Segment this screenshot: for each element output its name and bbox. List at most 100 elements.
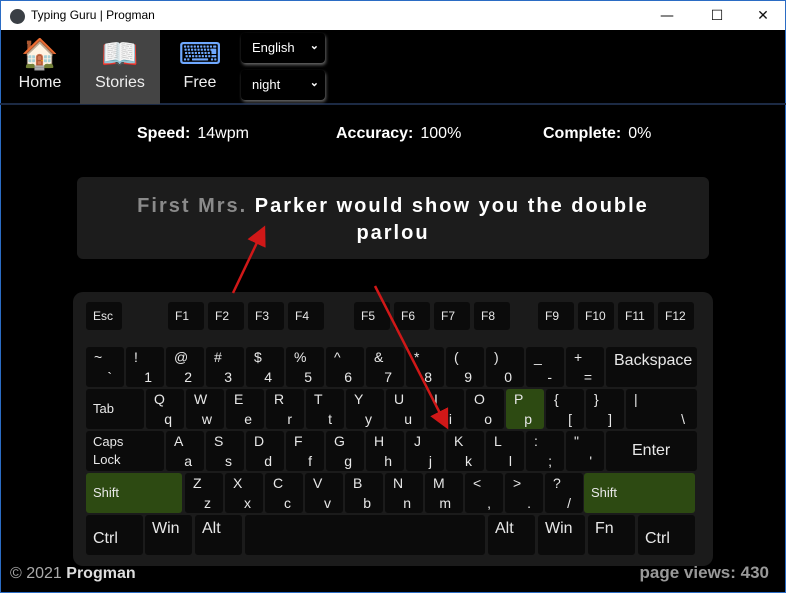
key-lower: w [201,411,212,427]
key-x[interactable]: Xx [225,473,263,513]
tab-home[interactable]: 🏠 Home [0,30,80,104]
key-a[interactable]: Aa [166,431,204,471]
key-k[interactable]: Kk [446,431,484,471]
key-f11[interactable]: F11 [618,302,654,330]
key-sym9[interactable]: >. [505,473,543,513]
key-f2[interactable]: F2 [208,302,244,330]
key-enter[interactable]: Enter [606,431,697,471]
theme-select[interactable]: night ⌄ [241,70,325,100]
page-views: page views: 430 [639,563,769,582]
key-upper: M [433,475,445,491]
key-h[interactable]: Hh [366,431,404,471]
key-win[interactable]: Win [145,515,192,555]
key-sym9[interactable]: (9 [446,347,484,387]
key-sym0[interactable]: ~ ` [86,347,124,387]
key-capslock[interactable]: Caps Lock [86,431,164,471]
key-upper: I [434,391,438,407]
key-upper: U [394,391,405,407]
key-shift[interactable]: Shift [584,473,695,513]
maximize-button[interactable]: ☐ [697,3,737,29]
key-sym7[interactable]: & 7 [366,347,404,387]
key-upper: R [274,391,285,407]
key-sym12[interactable]: + = [566,347,604,387]
key-upper: < [473,475,482,491]
key-win[interactable]: Win [538,515,585,555]
key-sym10[interactable]: :; [526,431,564,471]
key-i[interactable]: Ii [426,389,464,429]
key-f12[interactable]: F12 [658,302,694,330]
key-upper: { [554,391,559,407]
language-select[interactable]: English ⌄ [241,33,325,63]
key-o[interactable]: Oo [466,389,504,429]
key-sym8[interactable]: * 8 [406,347,444,387]
key-sym5[interactable]: % 5 [286,347,324,387]
key-shift[interactable]: Shift [86,473,182,513]
minimize-button[interactable]: — [647,3,687,29]
key-backspace[interactable]: Backspace [606,347,697,387]
key-s[interactable]: Ss [206,431,244,471]
key-f[interactable]: Ff [286,431,324,471]
key-f1[interactable]: F1 [168,302,204,330]
key-ctrl[interactable]: Ctrl [86,515,143,555]
key-f7[interactable]: F7 [434,302,470,330]
key-f5[interactable]: F5 [354,302,390,330]
key-sym11[interactable]: " ' [566,431,604,471]
key-v[interactable]: Vv [305,473,343,513]
key-n[interactable]: Nn [385,473,423,513]
key-sym11[interactable]: {[ [546,389,584,429]
key-sym13[interactable]: | \ [626,389,697,429]
key-y[interactable]: Yy [346,389,384,429]
key-lower: p [524,411,532,427]
key-z[interactable]: Zz [185,473,223,513]
key-j[interactable]: Jj [406,431,444,471]
key-f10[interactable]: F10 [578,302,614,330]
key-f6[interactable]: F6 [394,302,430,330]
accuracy-label: Accuracy: [336,125,414,142]
key-lower: 8 [424,369,432,385]
key-sym10[interactable]: ) 0 [486,347,524,387]
key-alt[interactable]: Alt [195,515,242,555]
key-sym3[interactable]: #3 [206,347,244,387]
key-q[interactable]: Qq [146,389,184,429]
key-u[interactable]: Uu [386,389,424,429]
key-lower: t [328,411,332,427]
key-c[interactable]: Cc [265,473,303,513]
key-sym1[interactable]: ! 1 [126,347,164,387]
key-alt[interactable]: Alt [488,515,535,555]
key-upper: " [574,433,579,449]
key-ctrl[interactable]: Ctrl [638,515,695,555]
key-f8[interactable]: F8 [474,302,510,330]
key-sym10[interactable]: ? / [545,473,583,513]
key-t[interactable]: Tt [306,389,344,429]
key-e[interactable]: Ee [226,389,264,429]
key-label: Backspace [614,352,693,369]
key-sym12[interactable]: }] [586,389,624,429]
key-w[interactable]: Ww [186,389,224,429]
key-sym6[interactable]: ^ 6 [326,347,364,387]
key-space[interactable] [245,515,485,555]
key-p[interactable]: Pp [506,389,544,429]
key-sym2[interactable]: @2 [166,347,204,387]
key-sym8[interactable]: <, [465,473,503,513]
key-fn[interactable]: Fn [588,515,635,555]
key-tab[interactable]: Tab [86,389,144,429]
key-sym4[interactable]: $4 [246,347,284,387]
key-m[interactable]: Mm [425,473,463,513]
key-sym11[interactable]: _ - [526,347,564,387]
tab-stories[interactable]: 📖 Stories [80,30,160,104]
key-d[interactable]: Dd [246,431,284,471]
key-lower: 4 [264,369,272,385]
close-button[interactable]: ✕ [743,3,783,29]
key-f3[interactable]: F3 [248,302,284,330]
key-lower: ` [107,369,112,385]
tab-free[interactable]: ⌨ Free [160,30,240,104]
key-lower: a [184,453,192,469]
key-l[interactable]: Ll [486,431,524,471]
key-label: Esc [93,309,114,323]
key-g[interactable]: Gg [326,431,364,471]
key-f9[interactable]: F9 [538,302,574,330]
key-b[interactable]: Bb [345,473,383,513]
key-f4[interactable]: F4 [288,302,324,330]
key-r[interactable]: Rr [266,389,304,429]
key-esc[interactable]: Esc [86,302,122,330]
